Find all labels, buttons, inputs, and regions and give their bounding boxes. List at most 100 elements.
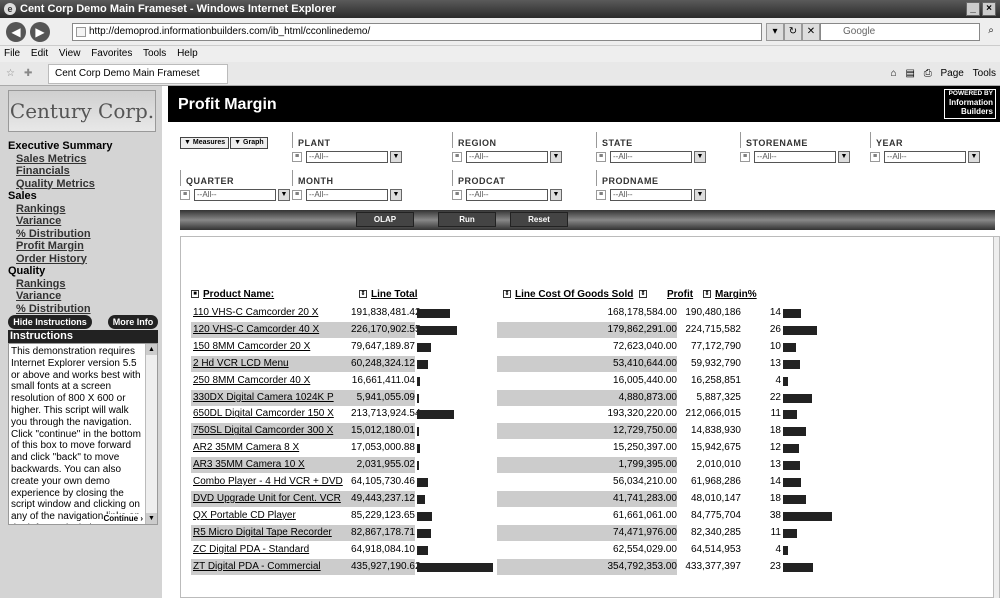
chevron-down-icon[interactable]: ▼ xyxy=(838,151,850,163)
filter-select[interactable]: --All-- xyxy=(306,189,388,201)
nav-link[interactable]: Quality Metrics xyxy=(8,178,158,191)
product-link[interactable]: 250 8MM Camcorder 40 X xyxy=(191,373,351,389)
filter-select[interactable]: --All-- xyxy=(610,151,692,163)
menu-help[interactable]: Help xyxy=(177,48,198,59)
header-margin[interactable]: Margin% xyxy=(715,289,757,300)
filter-select[interactable]: --All-- xyxy=(610,189,692,201)
nav-link[interactable]: Sales Metrics xyxy=(8,153,158,166)
favorites-star-icon[interactable]: ☆ xyxy=(6,62,15,86)
olap-button[interactable]: OLAP xyxy=(356,212,414,227)
product-link[interactable]: 150 8MM Camcorder 20 X xyxy=(191,339,351,355)
search-icon[interactable]: ⌕ xyxy=(982,23,1000,41)
sort-icon[interactable]: ⇕ xyxy=(359,290,367,298)
continue-link[interactable]: Continue › xyxy=(103,514,143,523)
product-link[interactable]: QX Portable CD Player xyxy=(191,508,351,524)
home-icon[interactable]: ⌂ xyxy=(891,68,897,79)
forward-icon[interactable]: ▶ xyxy=(30,22,50,42)
print-icon[interactable]: ⎙ xyxy=(924,68,932,79)
product-link[interactable]: 110 VHS-C Camcorder 20 X xyxy=(191,305,351,321)
header-line-total[interactable]: Line Total xyxy=(371,289,417,300)
operator-icon[interactable]: ≡ xyxy=(740,152,750,162)
product-link[interactable]: 2 Hd VCR LCD Menu xyxy=(191,355,351,372)
header-line-cost[interactable]: Line Cost Of Goods Sold xyxy=(515,289,633,300)
product-link[interactable]: 330DX Digital Camera 1024K P xyxy=(191,389,351,406)
menu-view[interactable]: View xyxy=(59,48,81,59)
refresh-icon[interactable]: ↻ xyxy=(784,23,802,41)
chevron-down-icon[interactable]: ▼ xyxy=(550,189,562,201)
report-scrollbar[interactable] xyxy=(993,237,999,598)
add-favorite-icon[interactable]: ✚ xyxy=(24,62,32,86)
chevron-down-icon[interactable]: ▼ xyxy=(390,189,402,201)
page-menu[interactable]: Page xyxy=(941,68,964,79)
operator-icon[interactable]: ≡ xyxy=(870,152,880,162)
header-profit[interactable]: Profit xyxy=(667,289,693,300)
operator-icon[interactable]: ≡ xyxy=(292,190,302,200)
stop-icon[interactable]: ✕ xyxy=(802,23,820,41)
product-link[interactable]: 650DL Digital Camcorder 150 X xyxy=(191,406,351,422)
tools-menu[interactable]: Tools xyxy=(973,68,996,79)
sort-icon[interactable]: ⇕ xyxy=(639,290,647,298)
chevron-down-icon[interactable]: ▼ xyxy=(278,189,290,201)
chevron-down-icon[interactable]: ▼ xyxy=(694,151,706,163)
operator-icon[interactable]: ≡ xyxy=(452,152,462,162)
sort-icon[interactable]: ⇕ xyxy=(503,290,511,298)
product-link[interactable]: Combo Player - 4 Hd VCR + DVD xyxy=(191,474,351,490)
filter-select[interactable]: --All-- xyxy=(466,189,548,201)
product-link[interactable]: R5 Micro Digital Tape Recorder xyxy=(191,524,351,541)
product-link[interactable]: 120 VHS-C Camcorder 40 X xyxy=(191,321,351,338)
sort-icon[interactable]: ⇕ xyxy=(703,290,711,298)
more-info-button[interactable]: More Info xyxy=(108,315,158,329)
header-product-name[interactable]: Product Name: xyxy=(203,289,274,300)
nav-link[interactable]: Financials xyxy=(8,165,158,178)
nav-link[interactable]: Order History xyxy=(8,253,158,266)
product-link[interactable]: AR2 35MM Camera 8 X xyxy=(191,440,351,456)
operator-icon[interactable]: ≡ xyxy=(596,152,606,162)
filter-select[interactable]: --All-- xyxy=(194,189,276,201)
menu-favorites[interactable]: Favorites xyxy=(91,48,132,59)
address-bar[interactable]: http://demoprod.informationbuilders.com/… xyxy=(72,23,762,41)
nav-link[interactable]: Rankings xyxy=(8,278,158,291)
operator-icon[interactable]: ≡ xyxy=(596,190,606,200)
close-icon[interactable]: × xyxy=(982,2,996,16)
filter-select[interactable]: --All-- xyxy=(306,151,388,163)
operator-icon[interactable]: ≡ xyxy=(292,152,302,162)
product-link[interactable]: DVD Upgrade Unit for Cent. VCR xyxy=(191,490,351,507)
filter-select[interactable]: --All-- xyxy=(754,151,836,163)
nav-link[interactable]: % Distribution xyxy=(8,303,158,316)
hide-instructions-button[interactable]: Hide Instructions xyxy=(8,315,92,329)
chevron-down-icon[interactable]: ▼ xyxy=(968,151,980,163)
product-link[interactable]: 750SL Digital Camcorder 300 X xyxy=(191,423,351,440)
nav-link[interactable]: Variance xyxy=(8,215,158,228)
graph-tab[interactable]: ▼ Graph xyxy=(230,137,268,149)
menu-edit[interactable]: Edit xyxy=(31,48,48,59)
chevron-down-icon[interactable]: ▼ xyxy=(694,189,706,201)
reset-button[interactable]: Reset xyxy=(510,212,568,227)
filter-select[interactable]: --All-- xyxy=(466,151,548,163)
nav-link[interactable]: Variance xyxy=(8,290,158,303)
scroll-down-icon[interactable]: ▼ xyxy=(146,513,157,524)
search-input[interactable]: Google xyxy=(820,23,980,41)
run-button[interactable]: Run xyxy=(438,212,496,227)
menu-file[interactable]: File xyxy=(4,48,20,59)
back-icon[interactable]: ◀ xyxy=(6,22,26,42)
menu-tools[interactable]: Tools xyxy=(143,48,166,59)
instructions-scrollbar[interactable]: ▲ ▼ xyxy=(145,344,157,524)
product-link[interactable]: ZT Digital PDA - Commercial xyxy=(191,558,351,575)
product-link[interactable]: AR3 35MM Camera 10 X xyxy=(191,457,351,474)
nav-link[interactable]: Rankings xyxy=(8,203,158,216)
product-link[interactable]: ZC Digital PDA - Standard xyxy=(191,542,351,558)
feeds-icon[interactable]: ▤ xyxy=(905,68,914,79)
nav-link[interactable]: Profit Margin xyxy=(8,240,158,253)
operator-icon[interactable]: ≡ xyxy=(180,190,190,200)
scroll-up-icon[interactable]: ▲ xyxy=(146,344,157,355)
column-chooser-icon[interactable]: ■ xyxy=(191,290,199,298)
browser-tab[interactable]: Cent Corp Demo Main Frameset xyxy=(48,64,228,84)
nav-link[interactable]: % Distribution xyxy=(8,228,158,241)
chevron-down-icon[interactable]: ▼ xyxy=(550,151,562,163)
minimize-icon[interactable]: _ xyxy=(966,2,980,16)
operator-icon[interactable]: ≡ xyxy=(452,190,462,200)
filter-select[interactable]: --All-- xyxy=(884,151,966,163)
chevron-down-icon[interactable]: ▼ xyxy=(390,151,402,163)
dropdown-arrow-icon[interactable]: ▾ xyxy=(766,23,784,41)
measures-tab[interactable]: ▼ Measures xyxy=(180,137,230,149)
